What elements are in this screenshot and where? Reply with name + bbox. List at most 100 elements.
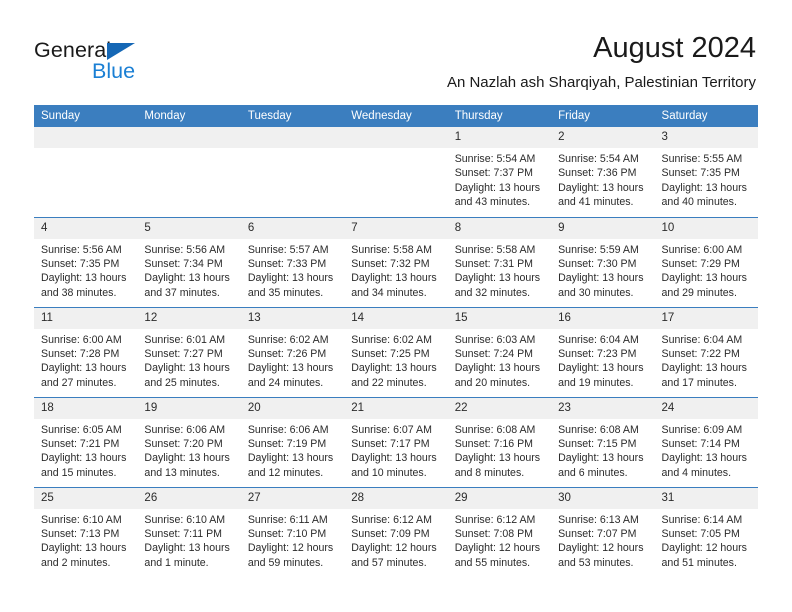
day-number: 17 [654,307,758,329]
daylight-text-line2: and 6 minutes. [558,466,628,479]
day-cell[interactable]: 16 Sunrise: 6:04 AM Sunset: 7:23 PM Dayligh… [551,306,655,397]
day-cell[interactable]: 29 Sunrise: 6:12 AM Sunset: 7:08 PM Dayligh… [447,486,552,575]
day-cell[interactable]: 19 Sunrise: 6:06 AM Sunset: 7:20 PM Dayligh… [137,396,241,487]
day-cell[interactable]: 11 Sunrise: 6:00 AM Sunset: 7:28 PM Dayligh… [34,306,138,397]
day-details: Sunrise: 6:08 AM Sunset: 7:16 PM Daylight:… [448,419,551,481]
daylight-text-line2: and 17 minutes. [661,376,737,389]
daylight-text-line1: Daylight: 13 hours [247,452,334,465]
day-number: 25 [34,487,138,509]
daylight-text-line1: Daylight: 12 hours [351,542,437,555]
sunrise-text: Sunrise: 5:56 AM [144,243,226,256]
daylight-text-line2: and 19 minutes. [558,376,634,389]
day-cell[interactable]: 13 Sunrise: 6:02 AM Sunset: 7:26 PM Dayligh… [240,306,345,397]
day-number: 1 [447,127,552,148]
day-cell[interactable]: 10 Sunrise: 6:00 AM Sunset: 7:29 PM Dayligh… [654,216,758,307]
day-details: Sunrise: 5:54 AM Sunset: 7:37 PM Daylight:… [448,148,551,210]
day-details: Sunrise: 5:54 AM Sunset: 7:36 PM Daylight:… [551,148,654,210]
day-cell[interactable]: 9 Sunrise: 5:59 AM Sunset: 7:30 PM Daylight… [551,216,655,307]
daylight-text-line2: and 34 minutes. [351,286,427,299]
day-cell[interactable]: 25 Sunrise: 6:10 AM Sunset: 7:13 PM Dayligh… [34,486,138,575]
daylight-text-line1: Daylight: 13 hours [661,272,747,285]
sunrise-text: Sunrise: 6:06 AM [144,423,226,436]
day-details: Sunrise: 6:00 AM Sunset: 7:29 PM Daylight:… [655,239,758,301]
page-subtitle: An Nazlah ash Sharqiyah, Palestinian Ter… [446,74,756,91]
sunset-text: Sunset: 7:35 PM [661,167,740,180]
day-number: 30 [551,487,655,509]
day-number [34,127,138,148]
day-cell[interactable]: 23 Sunrise: 6:08 AM Sunset: 7:15 PM Dayligh… [551,396,655,487]
sunrise-text: Sunrise: 6:02 AM [351,333,432,346]
sunrise-text: Sunrise: 5:54 AM [454,153,536,165]
day-cell[interactable]: 24 Sunrise: 6:09 AM Sunset: 7:14 PM Dayligh… [654,396,758,487]
daylight-text-line2: and 12 minutes. [247,466,324,479]
day-details: Sunrise: 5:58 AM Sunset: 7:32 PM Daylight:… [344,239,447,301]
sunrise-text: Sunrise: 6:01 AM [144,333,226,346]
daylight-text-line2: and 4 minutes. [661,466,732,479]
day-cell[interactable]: 18 Sunrise: 6:05 AM Sunset: 7:21 PM Dayligh… [34,396,138,487]
day-details: Sunrise: 6:00 AM Sunset: 7:28 PM Daylight:… [34,329,137,391]
daylight-text-line2: and 37 minutes. [144,286,220,299]
calendar-week-row: 4 Sunrise: 5:56 AM Sunset: 7:35 PM Daylight… [34,216,758,307]
day-cell[interactable]: 8 Sunrise: 5:58 AM Sunset: 7:31 PM Daylight… [447,216,552,307]
day-cell [34,127,138,217]
day-cell[interactable]: 31 Sunrise: 6:14 AM Sunset: 7:05 PM Dayligh… [654,486,758,575]
day-number: 10 [654,217,758,239]
day-details: Sunrise: 5:57 AM Sunset: 7:33 PM Daylight:… [241,239,344,301]
day-details: Sunrise: 6:06 AM Sunset: 7:20 PM Daylight:… [137,419,240,481]
day-number: 13 [240,307,345,329]
daylight-text-line2: and 15 minutes. [41,466,117,479]
daylight-text-line2: and 38 minutes. [41,286,117,299]
day-cell[interactable]: 30 Sunrise: 6:13 AM Sunset: 7:07 PM Dayligh… [551,486,655,575]
daylight-text-line2: and 30 minutes. [558,286,634,299]
sunrise-text: Sunrise: 6:11 AM [247,513,328,526]
weekday-header-row: Sunday Monday Tuesday Wednesday Thursday… [34,105,758,127]
daylight-text-line1: Daylight: 13 hours [144,452,230,465]
day-cell[interactable]: 27 Sunrise: 6:11 AM Sunset: 7:10 PM Dayligh… [240,486,345,575]
day-number: 31 [654,487,758,509]
brand-logo[interactable]: General Blue [34,38,244,86]
sunrise-text: Sunrise: 5:54 AM [558,153,639,165]
day-details: Sunrise: 5:56 AM Sunset: 7:35 PM Daylight:… [34,239,137,301]
sunset-text: Sunset: 7:26 PM [247,347,327,360]
day-cell[interactable]: 26 Sunrise: 6:10 AM Sunset: 7:11 PM Dayligh… [137,486,241,575]
daylight-text-line2: and 57 minutes. [351,556,427,569]
day-number: 27 [240,487,345,509]
day-cell[interactable]: 6 Sunrise: 5:57 AM Sunset: 7:33 PM Daylight… [240,216,345,307]
day-cell[interactable]: 5 Sunrise: 5:56 AM Sunset: 7:34 PM Daylight… [137,216,241,307]
daylight-text-line2: and 20 minutes. [454,376,531,389]
day-cell [240,127,345,217]
daylight-text-line2: and 8 minutes. [454,466,525,479]
day-cell[interactable]: 20 Sunrise: 6:06 AM Sunset: 7:19 PM Dayligh… [240,396,345,487]
day-cell[interactable]: 12 Sunrise: 6:01 AM Sunset: 7:27 PM Dayligh… [137,306,241,397]
day-cell[interactable]: 3 Sunrise: 5:55 AM Sunset: 7:35 PM Daylight… [654,127,758,217]
day-cell[interactable]: 4 Sunrise: 5:56 AM Sunset: 7:35 PM Daylight… [34,216,138,307]
sunrise-text: Sunrise: 6:02 AM [247,333,329,346]
day-cell[interactable]: 22 Sunrise: 6:08 AM Sunset: 7:16 PM Dayligh… [447,396,552,487]
day-cell[interactable]: 17 Sunrise: 6:04 AM Sunset: 7:22 PM Dayligh… [654,306,758,397]
sunrise-text: Sunrise: 5:55 AM [661,153,743,165]
daylight-text-line2: and 32 minutes. [454,286,531,299]
sunrise-text: Sunrise: 6:05 AM [41,423,122,436]
day-cell[interactable]: 28 Sunrise: 6:12 AM Sunset: 7:09 PM Dayligh… [344,486,448,575]
daylight-text-line1: Daylight: 13 hours [247,362,334,375]
day-details: Sunrise: 6:13 AM Sunset: 7:07 PM Daylight:… [551,509,654,571]
day-number: 28 [344,487,448,509]
triangle-icon [107,43,135,60]
sunset-text: Sunset: 7:35 PM [41,257,120,270]
day-number: 7 [344,217,448,239]
daylight-text-line1: Daylight: 12 hours [661,542,747,555]
daylight-text-line1: Daylight: 13 hours [144,362,230,375]
daylight-text-line2: and 55 minutes. [454,556,531,569]
day-cell[interactable]: 21 Sunrise: 6:07 AM Sunset: 7:17 PM Dayligh… [344,396,448,487]
day-cell[interactable]: 1 Sunrise: 5:54 AM Sunset: 7:37 PM Daylight… [447,127,552,217]
sunrise-text: Sunrise: 6:00 AM [41,333,122,346]
sunrise-text: Sunrise: 6:10 AM [144,513,226,526]
day-cell[interactable]: 7 Sunrise: 5:58 AM Sunset: 7:32 PM Daylight… [344,216,448,307]
day-cell[interactable]: 2 Sunrise: 5:54 AM Sunset: 7:36 PM Daylight… [551,127,655,217]
day-details [344,148,447,152]
day-cell[interactable]: 15 Sunrise: 6:03 AM Sunset: 7:24 PM Dayligh… [447,306,552,397]
daylight-text-line1: Daylight: 13 hours [41,362,127,375]
day-number: 12 [137,307,241,329]
day-cell [137,127,241,217]
day-cell[interactable]: 14 Sunrise: 6:02 AM Sunset: 7:25 PM Dayligh… [344,306,448,397]
